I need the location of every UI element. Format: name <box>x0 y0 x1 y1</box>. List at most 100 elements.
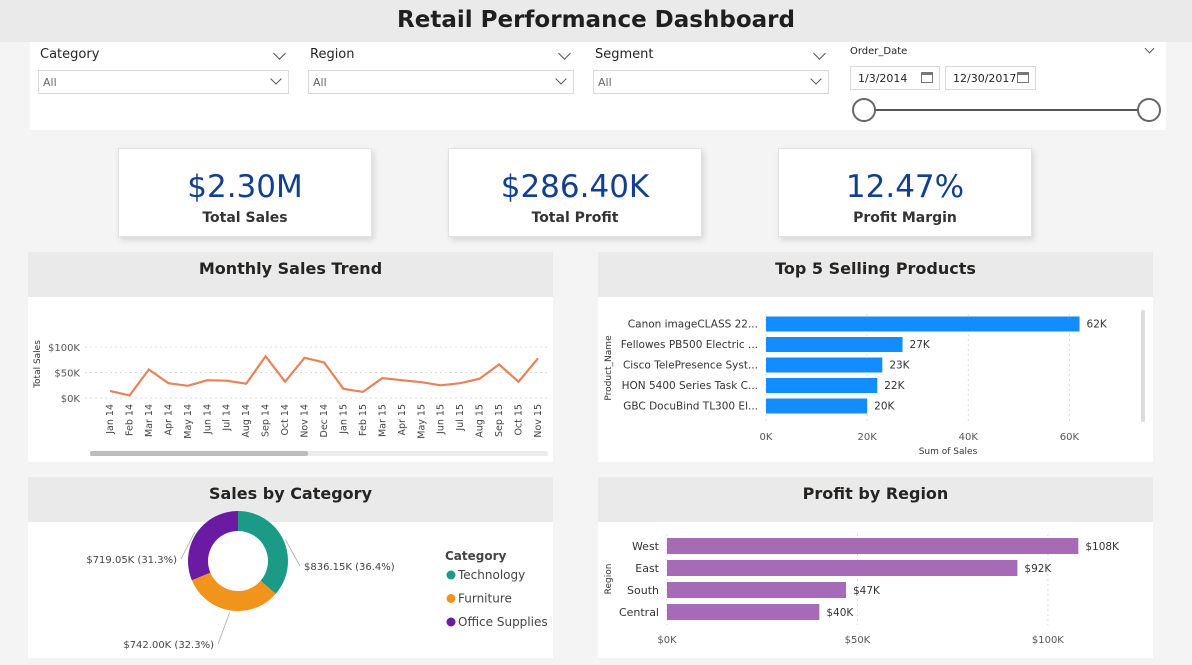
x-tick-label: Sep 15 <box>494 404 505 437</box>
category-label: South <box>627 584 659 597</box>
date-range-start-handle[interactable] <box>852 98 876 122</box>
legend-marker <box>446 570 456 580</box>
legend-marker <box>446 617 456 627</box>
x-tick-label: Oct 15 <box>514 404 525 436</box>
legend-label: Technology <box>457 568 525 582</box>
data-label: 20K <box>874 401 895 413</box>
donut-slice-office-supplies <box>187 511 238 581</box>
chevron-down-icon[interactable] <box>558 47 571 60</box>
category-label: GBC DocuBind TL300 El... <box>623 401 758 413</box>
bar <box>766 398 868 414</box>
profit-by-region-card: Profit by Region $0K $50K $100K Region West $… <box>598 477 1153 658</box>
region-dropdown-value: All <box>313 76 327 89</box>
y-tick-label: $0K <box>61 394 81 405</box>
bar <box>667 560 1018 576</box>
sales-by-category-card: Sales by Category $836.15K (36.4%) $742.0… <box>28 477 553 658</box>
x-tick-label: 40K <box>959 432 979 443</box>
x-tick-label: Aug 15 <box>475 404 486 438</box>
x-tick-label: 60K <box>1060 432 1080 443</box>
data-label: $47K <box>853 585 881 597</box>
start-date-input[interactable]: 1/3/2014 <box>850 66 940 90</box>
chevron-down-icon[interactable] <box>1144 43 1155 54</box>
monthly-sales-chart: $0K $50K $100K Total Sales Jan 14 Feb 14 Mar 1… <box>33 340 548 456</box>
x-tick-label: $50K <box>845 635 871 646</box>
sales-trend-line <box>109 354 539 397</box>
legend-marker <box>446 594 456 603</box>
calendar-icon[interactable] <box>921 72 933 83</box>
category-label: Fellowes PB500 Electric ... <box>621 339 758 351</box>
kpi-card-total-profit: $286.40K Total Profit <box>448 148 702 237</box>
segment-slicer-label: Segment <box>595 47 654 62</box>
kpi-value: $286.40K <box>500 169 650 205</box>
y-tick-label: $100K <box>48 343 80 354</box>
data-label: $742.00K (32.3%) <box>123 640 214 651</box>
bar <box>766 316 1080 332</box>
date-range-slider-track[interactable] <box>866 109 1148 111</box>
x-tick-label: $100K <box>1032 635 1064 646</box>
x-tick-label: $0K <box>657 635 677 646</box>
x-tick-label: May 15 <box>416 404 427 439</box>
profit-by-region-chart: $0K $50K $100K Region West $108K East $92K South… <box>604 534 1120 646</box>
x-tick-label: 0K <box>760 432 773 443</box>
chevron-down-icon <box>810 73 822 85</box>
segment-dropdown[interactable]: All <box>593 70 829 94</box>
x-tick-label: Jan 15 <box>338 404 349 435</box>
top-products-card: Top 5 Selling Products 0K 20K 40K 60K Sum of… <box>598 252 1153 462</box>
x-tick-label: Jan 14 <box>105 404 116 435</box>
bar <box>667 604 820 620</box>
sales-by-category-chart: $836.15K (36.4%) $742.00K (32.3%) $719.05K… <box>86 511 548 651</box>
monthly-sales-card: Monthly Sales Trend $0K $50K $100K Total Sa… <box>28 252 553 462</box>
leader-line <box>217 612 231 645</box>
x-tick-label: Feb 14 <box>124 404 135 436</box>
end-date-value: 12/30/2017 <box>953 72 1017 85</box>
x-axis-label: Sum of Sales <box>919 447 978 457</box>
bar <box>766 337 903 352</box>
data-label: $719.05K (31.3%) <box>86 555 177 566</box>
legend-label: Furniture <box>458 592 512 606</box>
donut-slice-technology <box>238 511 288 594</box>
y-axis-label: Product_Name <box>604 335 614 401</box>
data-label: 23K <box>889 360 910 372</box>
category-dropdown-value: All <box>43 76 57 89</box>
kpi-card-total-sales: $2.30M Total Sales <box>118 148 372 237</box>
category-slicer-label: Category <box>40 47 100 62</box>
vertical-scrollbar <box>1141 310 1145 422</box>
chevron-down-icon <box>270 73 282 85</box>
kpi-label: Total Profit <box>531 210 619 226</box>
legend-label: Office Supplies <box>458 615 548 629</box>
start-date-value: 1/3/2014 <box>858 72 908 85</box>
x-tick-label: Feb 15 <box>358 404 369 436</box>
data-label: $40K <box>826 607 854 619</box>
kpi-card-profit-margin: 12.47% Profit Margin <box>778 148 1032 237</box>
y-axis-label: Region <box>604 564 614 595</box>
x-tick-label: Aug 14 <box>241 404 252 438</box>
chevron-down-icon <box>555 73 567 85</box>
category-dropdown[interactable]: All <box>38 70 289 94</box>
top-products-chart: 0K 20K 40K 60K Sum of Sales Product_Name Canon… <box>604 310 1145 457</box>
chevron-down-icon[interactable] <box>273 47 286 60</box>
bar <box>766 378 878 393</box>
x-tick-label: Jul 14 <box>222 404 233 432</box>
kpi-value: 12.47% <box>845 169 965 205</box>
legend-title: Category <box>445 549 507 563</box>
date-range-end-handle[interactable] <box>1137 98 1161 122</box>
data-label: 27K <box>910 339 931 351</box>
region-slicer-label: Region <box>310 47 355 62</box>
category-label: Canon imageCLASS 22... <box>628 319 758 331</box>
data-label: $92K <box>1024 563 1052 575</box>
kpi-value: $2.30M <box>187 169 303 205</box>
region-dropdown[interactable]: All <box>308 70 574 94</box>
x-tick-label: Sep 14 <box>261 404 272 437</box>
category-label: East <box>635 562 659 575</box>
calendar-icon[interactable] <box>1017 72 1029 83</box>
data-label: 62K <box>1087 319 1108 331</box>
chevron-down-icon[interactable] <box>813 47 826 60</box>
x-tick-label: Oct 14 <box>280 404 291 436</box>
bar <box>667 582 847 598</box>
x-tick-label: Nov 15 <box>533 404 544 438</box>
y-axis-label: Total Sales <box>33 340 43 389</box>
kpi-label: Profit Margin <box>853 210 957 226</box>
data-label: $836.15K (36.4%) <box>304 562 395 573</box>
horizontal-scrollbar-thumb <box>90 451 308 456</box>
end-date-input[interactable]: 12/30/2017 <box>945 66 1036 90</box>
